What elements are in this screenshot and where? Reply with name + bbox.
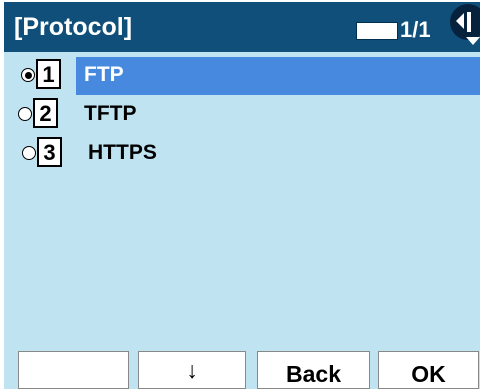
- radio-unselected-icon[interactable]: [18, 107, 32, 121]
- title-bar: [Protocol] 1/1: [4, 2, 480, 52]
- softkey-1[interactable]: [18, 351, 129, 389]
- radio-unselected-icon[interactable]: [22, 146, 36, 160]
- nav-down-arrow-icon: [466, 37, 480, 45]
- item-number: 2: [33, 98, 58, 128]
- menu-item-https[interactable]: 3 HTTPS: [4, 135, 480, 173]
- radio-selected-icon[interactable]: [21, 68, 35, 82]
- item-number: 3: [37, 137, 62, 167]
- selection-highlight: [76, 57, 480, 95]
- page-indicator-box: [356, 22, 398, 40]
- item-number: 1: [36, 59, 61, 89]
- page-number: 1/1: [400, 17, 431, 42]
- nav-bar-icon: [467, 12, 471, 32]
- item-label: TFTP: [84, 102, 137, 125]
- softkey-back[interactable]: Back: [257, 351, 370, 389]
- menu-item-tftp[interactable]: 2 TFTP: [4, 96, 480, 134]
- nav-left-arrow-icon: [456, 13, 464, 29]
- softkey-ok[interactable]: OK: [378, 351, 479, 389]
- softkey-down-arrow[interactable]: ↓: [138, 351, 246, 389]
- menu-item-ftp[interactable]: 1 FTP: [4, 57, 480, 95]
- nav-left-down-icon[interactable]: [450, 4, 480, 40]
- item-label: FTP: [84, 63, 124, 86]
- phone-screen: [Protocol] 1/1 1 FTP 2 TFTP 3 HTTPS ↓ Ba…: [4, 2, 480, 389]
- item-label: HTTPS: [88, 141, 157, 164]
- page-title: [Protocol]: [14, 13, 133, 41]
